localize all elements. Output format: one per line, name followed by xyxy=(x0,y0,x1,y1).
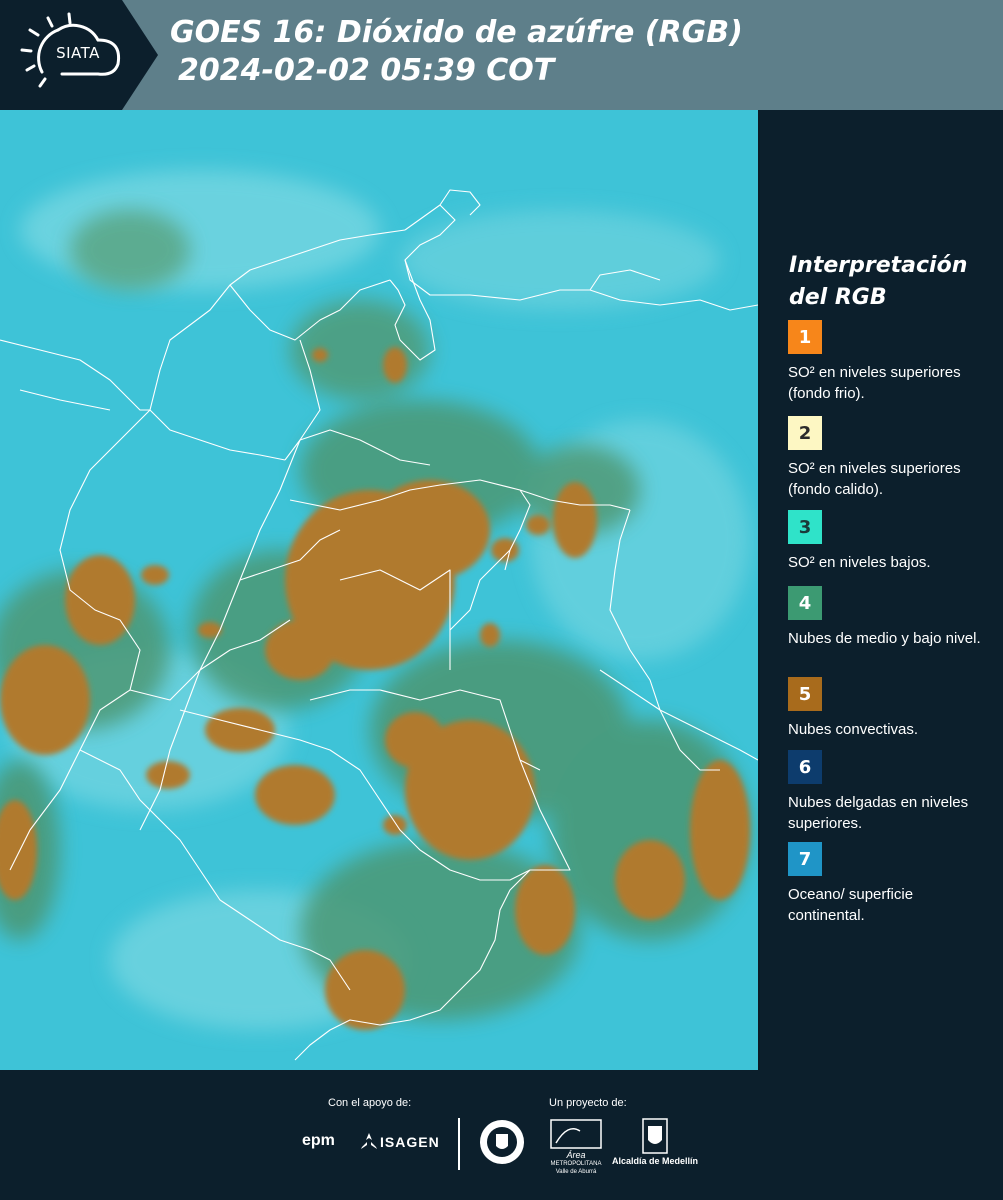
image-timestamp: 2024-02-02 05:39 COT xyxy=(178,53,555,88)
legend-item-7: 7 Oceano/ superficie continental. xyxy=(788,842,993,926)
legend-swatch-3: 3 xyxy=(788,510,822,544)
page-title: GOES 16: Dióxido de azúfre (RGB) xyxy=(170,15,743,50)
legend-description-5: Nubes convectivas. xyxy=(788,721,919,738)
epm-logo[interactable]: epm xyxy=(302,1132,335,1150)
legend-item-5: 5 Nubes convectivas. xyxy=(788,677,993,740)
legend-item-4: 4 Nubes de medio y bajo nivel. xyxy=(788,586,993,649)
area-metropolitana-icon xyxy=(550,1119,602,1149)
area-metropolitana-line2: Valle de Aburrá xyxy=(555,1169,597,1175)
legend-swatch-4: 4 xyxy=(788,586,822,620)
legend-panel: Interpretación del RGB 1 SO² en niveles … xyxy=(760,110,1003,1070)
area-metropolitana-line1: METROPOLITANA xyxy=(550,1161,602,1167)
legend-description-2: SO² en niveles superiores (fondo calido)… xyxy=(788,460,961,498)
footer-divider xyxy=(458,1118,460,1170)
area-metropolitana-name[interactable]: Área xyxy=(550,1150,602,1160)
legend-description-7: Oceano/ superficie continental. xyxy=(788,886,914,924)
satellite-image xyxy=(0,110,758,1070)
legend-item-6: 6 Nubes delgadas en niveles superiores. xyxy=(788,750,993,834)
alcaldia-shield-icon xyxy=(642,1118,668,1154)
legend-swatch-6: 6 xyxy=(788,750,822,784)
legend-item-2: 2 SO² en niveles superiores (fondo calid… xyxy=(788,416,993,500)
satellite-map[interactable] xyxy=(0,110,760,1070)
header-bar: SIATA GOES 16: Dióxido de azúfre (RGB) 2… xyxy=(0,0,1003,110)
legend-item-1: 1 SO² en niveles superiores (fondo frio)… xyxy=(788,320,993,404)
siata-logo-text: SIATA xyxy=(56,44,100,62)
legend-swatch-1: 1 xyxy=(788,320,822,354)
legend-description-4: Nubes de medio y bajo nivel. xyxy=(788,630,981,647)
legend-description-3: SO² en niveles bajos. xyxy=(788,554,931,571)
project-label: Un proyecto de: xyxy=(549,1097,627,1109)
isagen-icon xyxy=(361,1133,377,1149)
legend-description-6: Nubes delgadas en niveles superiores. xyxy=(788,794,969,832)
legend-swatch-2: 2 xyxy=(788,416,822,450)
isagen-logo[interactable]: ISAGEN xyxy=(380,1134,440,1150)
legend-item-3: 3 SO² en niveles bajos. xyxy=(788,510,993,573)
support-label: Con el apoyo de: xyxy=(328,1097,412,1109)
university-seal-icon[interactable] xyxy=(478,1118,526,1166)
area-metropolitana-caption: Área METROPOLITANA Valle de Aburrá xyxy=(550,1150,602,1176)
alcaldia-logo[interactable]: Alcaldía de Medellín xyxy=(612,1156,698,1166)
legend-description-1: SO² en niveles superiores (fondo frio). xyxy=(788,364,961,402)
footer: Con el apoyo de: Un proyecto de: epm ISA… xyxy=(0,1070,1003,1200)
legend-swatch-5: 5 xyxy=(788,677,822,711)
legend-swatch-7: 7 xyxy=(788,842,822,876)
legend-title: Interpretación del RGB xyxy=(789,253,968,310)
